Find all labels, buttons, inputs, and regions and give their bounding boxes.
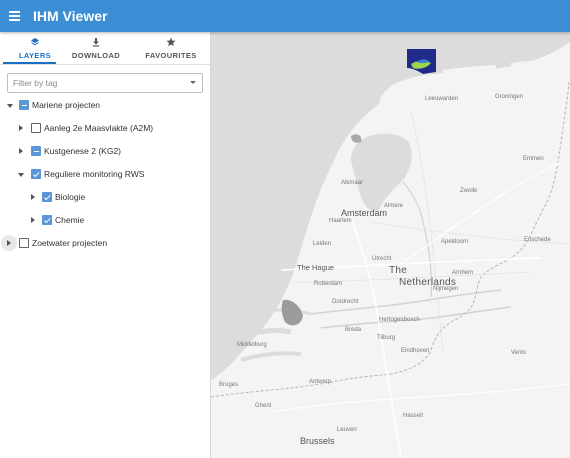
tab-download-label: DOWNLOAD bbox=[71, 51, 121, 60]
city-label-antwerp: Antwerp bbox=[309, 379, 332, 385]
city-label-leeuwarden: Leeuwarden bbox=[425, 96, 459, 102]
road bbox=[400, 161, 562, 265]
download-icon bbox=[61, 37, 131, 47]
sidebar: LAYERS DOWNLOAD FAVOURITES Mariene proje… bbox=[0, 32, 211, 458]
road bbox=[270, 383, 570, 413]
city-label-ghent: Ghent bbox=[255, 403, 272, 409]
tree-label: Chemie bbox=[55, 215, 85, 225]
city-label-bruges: Bruges bbox=[219, 382, 239, 388]
city-label-venlo: Venlo bbox=[511, 350, 527, 356]
city-label-leuven: Leuven bbox=[337, 427, 357, 433]
city-label-brussels: Brussels bbox=[300, 436, 335, 446]
layers-icon bbox=[0, 37, 70, 47]
checkbox-biologie[interactable] bbox=[42, 192, 52, 202]
checkbox-reguliere-monitoring-rws[interactable] bbox=[31, 169, 41, 179]
app-title: IHM Viewer bbox=[33, 8, 108, 24]
estuary bbox=[240, 351, 302, 362]
checkbox-kustgenese-2[interactable] bbox=[31, 146, 41, 156]
city-label-zwolle: Zwolle bbox=[460, 188, 478, 194]
city-label-haarlem: Haarlem bbox=[329, 218, 352, 224]
city-label-dordrecht: Dordrecht bbox=[332, 299, 359, 305]
city-label-hasselt: Hasselt bbox=[403, 413, 424, 419]
tab-layers[interactable]: LAYERS bbox=[0, 32, 70, 64]
filter-input[interactable] bbox=[13, 76, 181, 90]
dropdown-arrow-icon[interactable] bbox=[190, 81, 196, 84]
expand-arrow-icon[interactable] bbox=[19, 125, 23, 131]
tree-label: Kustgenese 2 (KG2) bbox=[44, 146, 122, 156]
tree-item-zoetwater-projecten[interactable]: Zoetwater projecten bbox=[0, 234, 210, 252]
city-label-arnhem: Arnhem bbox=[452, 270, 474, 276]
city-label-amsterdam: Amsterdam bbox=[341, 208, 388, 218]
tree-item-aanleg-2e-maasvlakte[interactable]: Aanleg 2e Maasvlakte (A2M) bbox=[0, 119, 210, 137]
city-label-eindhoven: Eindhoven bbox=[401, 348, 430, 354]
city-label-nijmegen: Nijmegen bbox=[433, 286, 459, 292]
menu-icon[interactable] bbox=[6, 6, 26, 26]
expand-arrow-icon[interactable] bbox=[31, 194, 35, 200]
checkbox-chemie[interactable] bbox=[42, 215, 52, 225]
city-label-rotterdam: Rotterdam bbox=[314, 281, 343, 287]
city-label-utrecht: Utrecht bbox=[372, 256, 392, 262]
tab-layers-label: LAYERS bbox=[18, 51, 52, 60]
map-view[interactable]: The Netherlands Amsterdam The Hague Rott… bbox=[211, 32, 570, 458]
province-border bbox=[410, 111, 444, 353]
tree-label: Aanleg 2e Maasvlakte (A2M) bbox=[44, 123, 154, 133]
expand-arrow-icon[interactable] bbox=[19, 148, 23, 154]
city-label-leiden: Leiden bbox=[313, 241, 332, 247]
active-tab-indicator bbox=[3, 62, 56, 64]
tree-item-biologie[interactable]: Biologie bbox=[0, 188, 210, 206]
city-label-hertogenbosch: Hertogenbosch bbox=[379, 317, 420, 323]
city-label-apeldoorn: Apeldoorn bbox=[441, 239, 469, 245]
city-label-middelburg: Middelburg bbox=[237, 342, 267, 348]
data-layer-polygon bbox=[281, 299, 303, 326]
tab-download[interactable]: DOWNLOAD bbox=[61, 32, 131, 64]
tab-bar: LAYERS DOWNLOAD FAVOURITES bbox=[0, 32, 210, 65]
city-label-breda: Breda bbox=[345, 327, 362, 333]
city-label-enschede: Enschede bbox=[524, 237, 551, 243]
expand-arrow-icon[interactable] bbox=[31, 217, 35, 223]
tree-label: Mariene projecten bbox=[32, 100, 101, 110]
tree-item-chemie[interactable]: Chemie bbox=[0, 211, 210, 229]
city-label-emmen: Emmen bbox=[523, 156, 544, 162]
tree-item-kustgenese-2[interactable]: Kustgenese 2 (KG2) bbox=[0, 142, 210, 160]
city-label-the-hague: The Hague bbox=[297, 263, 335, 272]
star-icon bbox=[136, 37, 206, 47]
country-label-line1: The bbox=[389, 265, 408, 276]
city-label-alkmaar: Alkmaar bbox=[341, 180, 364, 186]
tree-label: Biologie bbox=[55, 192, 86, 202]
data-layer-polygon bbox=[351, 134, 362, 143]
tab-favourites[interactable]: FAVOURITES bbox=[136, 32, 206, 64]
checkbox-zoetwater-projecten[interactable] bbox=[19, 238, 29, 248]
tree-label: Reguliere monitoring RWS bbox=[44, 169, 145, 179]
checkbox-aanleg-2e-maasvlakte[interactable] bbox=[31, 123, 41, 133]
checkbox-mariene-projecten[interactable] bbox=[19, 100, 29, 110]
filter-by-tag-select[interactable] bbox=[7, 73, 203, 93]
city-label-tilburg: Tilburg bbox=[377, 335, 396, 341]
tree-label: Zoetwater projecten bbox=[32, 238, 108, 248]
city-label-almere: Almere bbox=[384, 203, 404, 209]
app-bar: IHM Viewer bbox=[0, 0, 570, 32]
tab-favourites-label: FAVOURITES bbox=[145, 51, 197, 60]
expand-arrow-icon[interactable] bbox=[18, 173, 24, 177]
ijsselmeer bbox=[351, 133, 412, 212]
expand-arrow-icon[interactable] bbox=[7, 104, 13, 108]
tree-item-mariene-projecten[interactable]: Mariene projecten bbox=[0, 96, 210, 114]
tree-item-reguliere-monitoring-rws[interactable]: Reguliere monitoring RWS bbox=[0, 165, 210, 183]
city-label-groningen: Groningen bbox=[495, 94, 524, 100]
expand-arrow-icon[interactable] bbox=[7, 240, 11, 246]
